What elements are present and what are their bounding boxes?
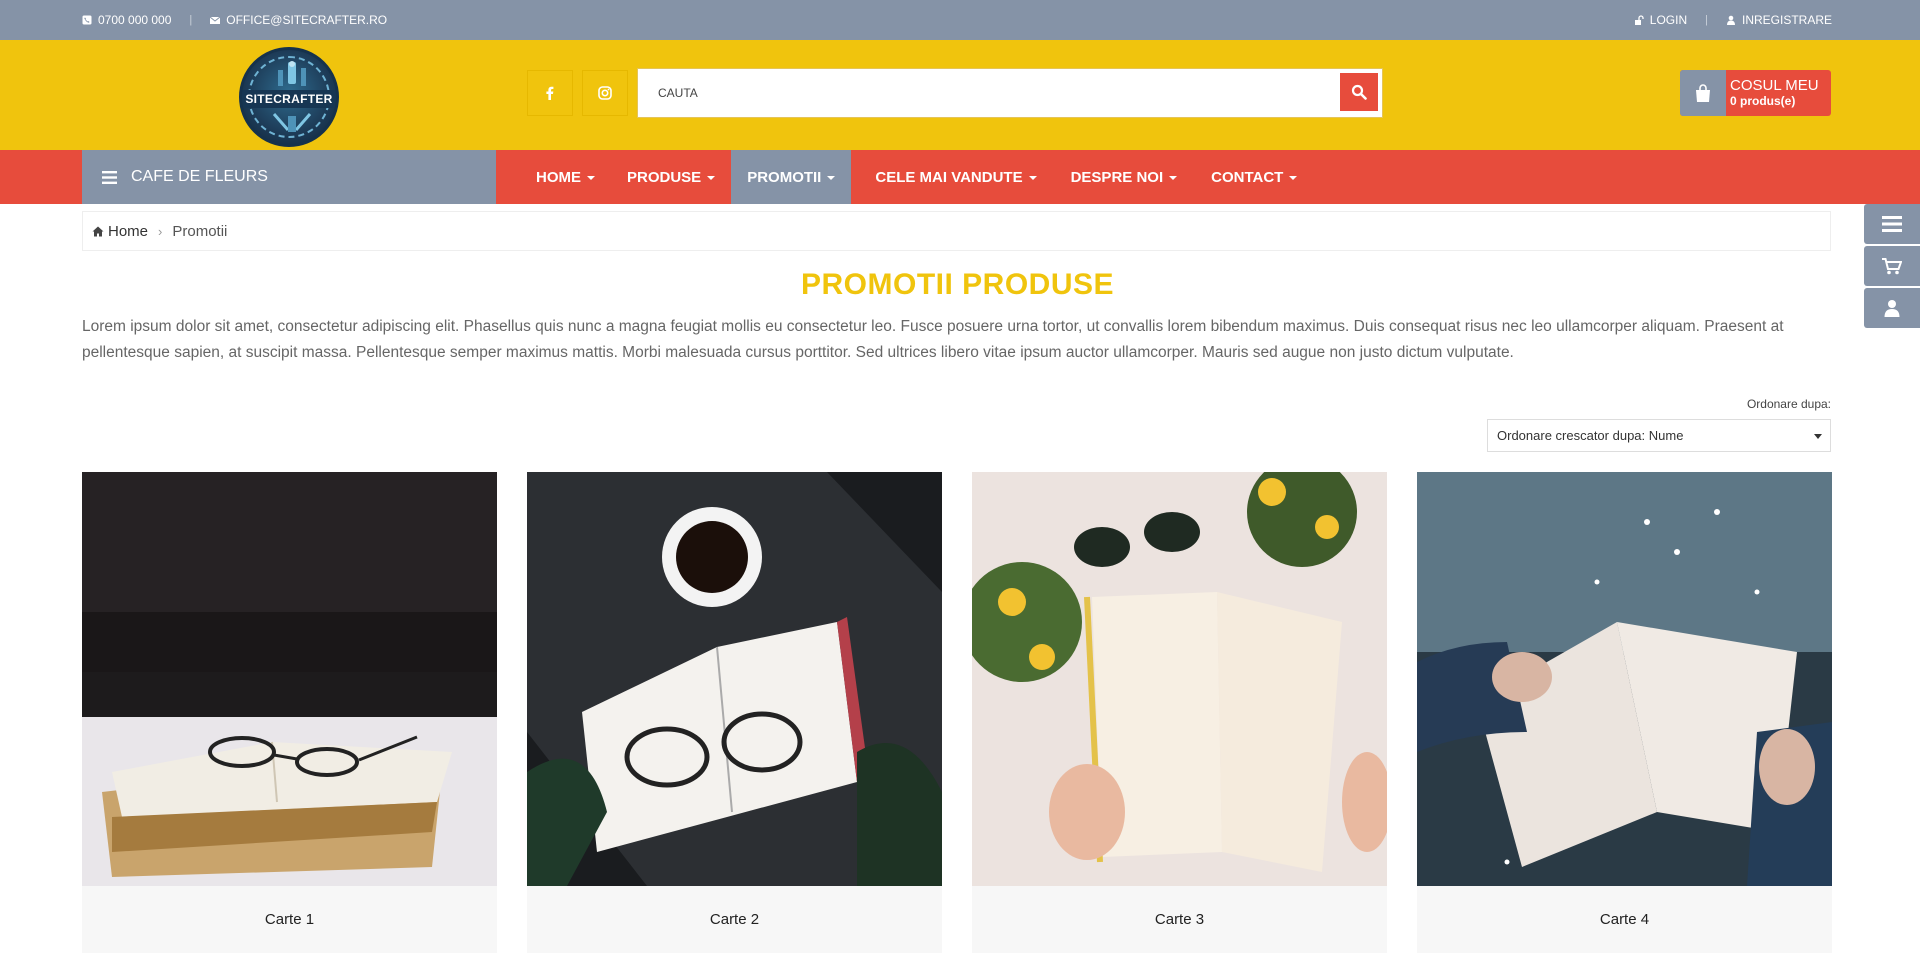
book-photo xyxy=(972,472,1387,886)
top-bar: 0700 000 000 | OFFICE@SITECRAFTER.RO LOG… xyxy=(0,0,1920,40)
user-icon xyxy=(1726,15,1735,25)
login-label: LOGIN xyxy=(1649,13,1688,27)
nav-item-label: CONTACT xyxy=(1211,168,1284,186)
category-menu-label: CAFE DE FLEURS xyxy=(131,168,268,185)
phone-number: 0700 000 000 xyxy=(98,13,172,27)
phone-link[interactable]: 0700 000 000 xyxy=(82,13,171,27)
contact-info: 0700 000 000 | OFFICE@SITECRAFTER.RO xyxy=(82,0,387,40)
main-nav: CAFE DE FLEURS HOME PRODUSE PROMOTII CEL… xyxy=(0,150,1920,204)
tools-graphic-bottom xyxy=(272,113,312,132)
side-menu-button[interactable] xyxy=(1864,204,1920,244)
nav-item-contact[interactable]: CONTACT xyxy=(1195,150,1313,204)
product-card[interactable]: Carte 1 xyxy=(82,472,497,953)
nav-item-label: HOME xyxy=(536,168,581,186)
site-logo[interactable]: SITECRAFTER xyxy=(239,47,339,147)
email-link[interactable]: OFFICE@SITECRAFTER.RO xyxy=(210,13,387,27)
search-icon xyxy=(1351,84,1367,100)
facebook-icon xyxy=(546,86,554,100)
caret-down-icon xyxy=(1028,176,1037,180)
search-input[interactable] xyxy=(658,71,1338,115)
book-photo xyxy=(1417,472,1832,886)
separator: | xyxy=(1705,14,1708,26)
breadcrumb-current: Promotii xyxy=(172,222,228,240)
cart-icon-box xyxy=(1680,70,1726,116)
breadcrumb-home-label: Home xyxy=(108,222,149,240)
header: SITECRAFTER COSUL MEU 0 produs(e) xyxy=(0,40,1920,150)
category-menu-button[interactable]: CAFE DE FLEURS xyxy=(82,150,496,204)
product-grid: Carte 1 Carte 2 Carte 3 Carte 4 xyxy=(82,472,1832,953)
product-name[interactable]: Carte 3 xyxy=(972,886,1387,953)
nav-item-label: CELE MAI VANDUTE xyxy=(875,168,1023,186)
caret-down-icon xyxy=(1289,176,1298,180)
register-label: INREGISTRARE xyxy=(1741,13,1832,27)
cart-count: 0 produs(e) xyxy=(1730,94,1796,108)
cart-title: COSUL MEU xyxy=(1730,77,1819,94)
sort-select-value: Ordonare crescator dupa: Nume xyxy=(1497,428,1684,443)
breadcrumb: Home › Promotii xyxy=(82,211,1831,251)
nav-item-produse[interactable]: PRODUSE xyxy=(611,150,731,204)
register-link[interactable]: INREGISTRARE xyxy=(1726,13,1832,27)
logo-text: SITECRAFTER xyxy=(242,90,336,108)
email-address: OFFICE@SITECRAFTER.RO xyxy=(226,13,388,27)
side-toolbar xyxy=(1864,204,1920,330)
sort-select[interactable]: Ordonare crescator dupa: Nume xyxy=(1487,419,1831,452)
nav-item-label: PROMOTII xyxy=(747,168,822,186)
envelope-icon xyxy=(210,16,221,24)
search-box xyxy=(638,69,1382,117)
caret-down-icon xyxy=(1169,176,1178,180)
product-name[interactable]: Carte 1 xyxy=(82,886,497,953)
separator: | xyxy=(189,14,193,26)
shopping-bag-icon xyxy=(1696,84,1710,102)
phone-icon xyxy=(82,15,92,25)
unlock-icon xyxy=(1634,15,1644,25)
product-card[interactable]: Carte 2 xyxy=(527,472,942,953)
tools-graphic xyxy=(278,61,306,86)
caret-down-icon xyxy=(827,176,836,180)
page-title: PROMOTII PRODUSE xyxy=(800,268,1115,301)
product-card[interactable]: Carte 3 xyxy=(972,472,1387,953)
sort-label: Ordonare dupa: xyxy=(1746,397,1831,411)
facebook-button[interactable] xyxy=(527,70,573,116)
login-link[interactable]: LOGIN xyxy=(1634,13,1687,27)
nav-item-label: DESPRE NOI xyxy=(1070,168,1164,186)
nav-item-despre-noi[interactable]: DESPRE NOI xyxy=(1055,150,1194,204)
instagram-icon xyxy=(598,86,612,100)
nav-item-cele-mai-vandute[interactable]: CELE MAI VANDUTE xyxy=(859,150,1052,204)
cart-button[interactable]: COSUL MEU 0 produs(e) xyxy=(1680,70,1831,116)
product-name[interactable]: Carte 4 xyxy=(1417,886,1832,953)
product-card[interactable]: Carte 4 xyxy=(1417,472,1832,953)
account-links: LOGIN | INREGISTRARE xyxy=(1634,0,1832,40)
nav-item-label: PRODUSE xyxy=(627,168,702,186)
home-icon xyxy=(92,226,104,236)
nav-item-promotii[interactable]: PROMOTII xyxy=(731,150,852,204)
product-image[interactable] xyxy=(1417,472,1832,886)
caret-down-icon xyxy=(587,176,595,180)
nav-item-home[interactable]: HOME xyxy=(520,150,611,204)
product-image[interactable] xyxy=(972,472,1387,886)
caret-down-icon xyxy=(1814,434,1822,439)
caret-down-icon xyxy=(707,176,716,180)
breadcrumb-home[interactable]: Home xyxy=(92,223,148,240)
bars-icon xyxy=(1882,216,1902,232)
page-intro: Lorem ipsum dolor sit amet, consectetur … xyxy=(82,318,1784,361)
nav-menu: HOME PRODUSE PROMOTII CELE MAI VANDUTE D… xyxy=(520,150,1313,204)
product-name[interactable]: Carte 2 xyxy=(527,886,942,953)
instagram-button[interactable] xyxy=(582,70,628,116)
product-image[interactable] xyxy=(82,472,497,886)
chevron-right-icon: › xyxy=(158,223,163,239)
book-photo xyxy=(527,472,942,886)
product-image[interactable] xyxy=(527,472,942,886)
search-button[interactable] xyxy=(1340,73,1378,111)
book-photo xyxy=(82,472,497,886)
bars-icon xyxy=(102,170,117,184)
